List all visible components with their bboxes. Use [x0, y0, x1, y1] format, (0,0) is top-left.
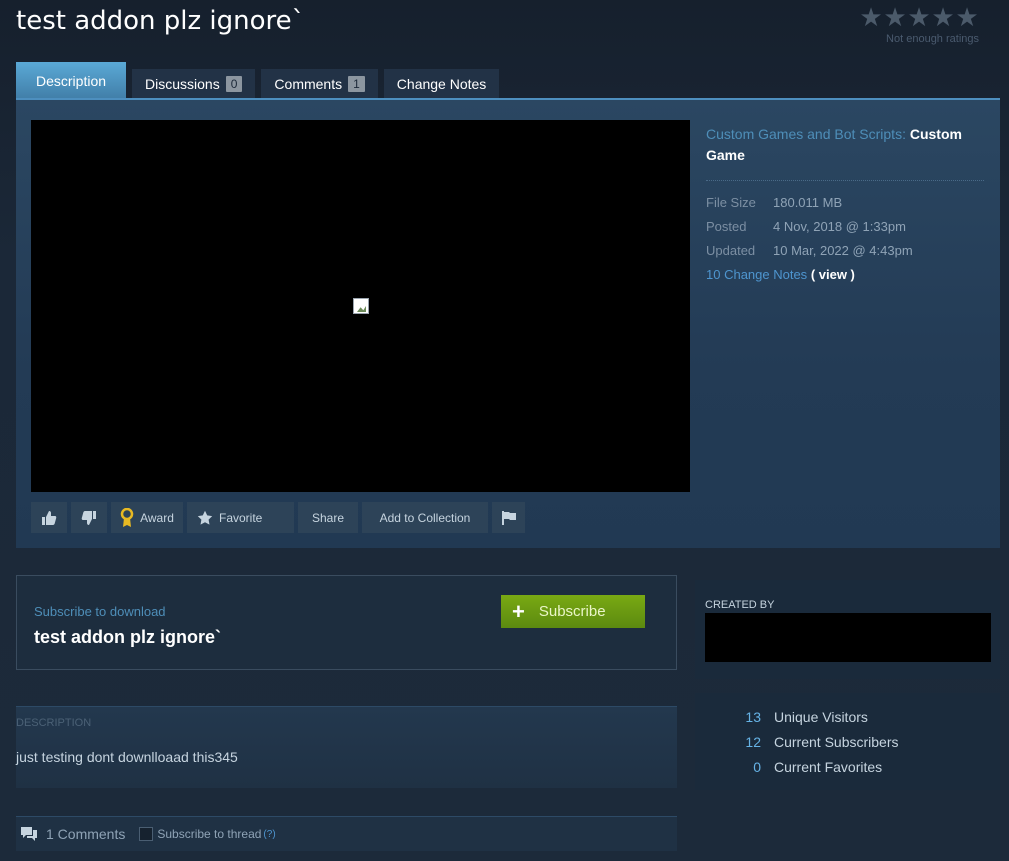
creator-area[interactable] — [705, 613, 991, 662]
star-icon: ★ — [883, 2, 907, 32]
award-icon — [120, 507, 134, 527]
updated-label: Updated — [706, 243, 756, 258]
change-notes-link[interactable]: 10 Change Notes — [706, 267, 807, 282]
description-label: DESCRIPTION — [16, 717, 92, 729]
item-details: Custom Games and Bot Scripts: Custom Gam… — [706, 124, 984, 287]
subscribe-button[interactable]: + Subscribe — [501, 595, 645, 628]
rating: ★★★★★ Not enough ratings — [859, 4, 979, 45]
star-icon: ★ — [907, 2, 931, 32]
rate-down-button[interactable] — [71, 502, 107, 533]
subscribe-item-title: test addon plz ignore` — [34, 627, 221, 647]
subscribe-thread-checkbox[interactable] — [139, 827, 154, 841]
posted-value: 4 Nov, 2018 @ 1:33pm — [773, 219, 906, 234]
posted-label: Posted — [706, 219, 747, 234]
comments-count[interactable]: 1 Comments — [46, 826, 125, 842]
created-by-panel: CREATED BY — [695, 580, 1000, 679]
broken-image-icon — [353, 298, 369, 314]
report-button[interactable] — [492, 502, 525, 533]
flag-icon — [501, 510, 516, 525]
subscribe-box: Subscribe to download test addon plz ign… — [16, 575, 677, 670]
media-preview[interactable] — [31, 120, 690, 492]
comments-bar: 1 Comments Subscribe to thread (?) — [16, 816, 677, 851]
subscribe-label: Subscribe to download — [34, 604, 166, 619]
change-notes-row: 10 Change Notes ( view ) — [706, 263, 984, 287]
share-button[interactable]: Share — [298, 502, 358, 533]
rating-stars: ★★★★★ — [859, 4, 979, 30]
plus-icon: + — [512, 598, 525, 624]
add-to-collection-label: Add to Collection — [379, 510, 471, 525]
star-icon — [197, 510, 213, 525]
category: Custom Games and Bot Scripts: Custom Gam… — [706, 124, 984, 166]
tab-comments[interactable]: Comments 1 — [261, 69, 378, 99]
file-size-label: File Size — [706, 195, 756, 210]
award-label: Award — [140, 510, 174, 525]
award-button[interactable]: Award — [111, 502, 183, 533]
tab-discussions[interactable]: Discussions 0 — [132, 69, 256, 99]
stat-value: 13 — [745, 709, 761, 725]
stat-value: 12 — [745, 734, 761, 750]
action-bar: Award Favorite Share Add to Collection — [31, 502, 525, 533]
discussions-count-badge: 0 — [225, 76, 243, 92]
favorite-button[interactable]: Favorite — [187, 502, 294, 533]
stat-current-favorites: 0 Current Favorites — [695, 759, 882, 775]
divider — [706, 180, 984, 181]
subscribe-thread-label[interactable]: Subscribe to thread — [157, 827, 261, 841]
add-to-collection-button[interactable]: Add to Collection — [362, 502, 488, 533]
stat-label: Unique Visitors — [774, 709, 868, 725]
description-panel: Award Favorite Share Add to Collection C… — [16, 98, 1000, 548]
tab-label: Comments — [274, 76, 343, 92]
page-title: test addon plz ignore` — [16, 6, 305, 36]
chat-icon — [21, 827, 37, 841]
thumbs-down-icon — [81, 510, 96, 525]
tab-label: Description — [36, 72, 107, 89]
star-icon: ★ — [931, 2, 955, 32]
tab-description[interactable]: Description — [16, 62, 127, 99]
favorite-label: Favorite — [219, 510, 263, 525]
rate-up-button[interactable] — [31, 502, 67, 533]
rating-label: Not enough ratings — [886, 33, 979, 45]
category-prefix: Custom Games and Bot Scripts: — [706, 126, 906, 142]
updated-row: Updated 10 Mar, 2022 @ 4:43pm — [706, 239, 984, 263]
tab-bar: Description Discussions 0 Comments 1 Cha… — [16, 62, 505, 99]
tab-label: Change Notes — [396, 76, 487, 92]
created-by-label: CREATED BY — [705, 599, 775, 611]
updated-value: 10 Mar, 2022 @ 4:43pm — [773, 243, 913, 258]
subscribe-button-label: Subscribe — [538, 603, 606, 620]
description-text: just testing dont downlloaad this345 — [16, 749, 238, 765]
share-label: Share — [311, 510, 345, 525]
file-size-row: File Size 180.011 MB — [706, 191, 984, 215]
stat-unique-visitors: 13 Unique Visitors — [695, 709, 868, 725]
tab-change-notes[interactable]: Change Notes — [383, 69, 500, 99]
star-icon: ★ — [955, 2, 979, 32]
thumbs-up-icon — [42, 510, 57, 525]
view-change-notes-link[interactable]: ( view ) — [811, 267, 855, 282]
tab-label: Discussions — [145, 76, 220, 92]
stat-label: Current Subscribers — [774, 734, 899, 750]
stats-panel: 13 Unique Visitors 12 Current Subscriber… — [695, 693, 1000, 790]
stat-current-subscribers: 12 Current Subscribers — [695, 734, 899, 750]
stat-label: Current Favorites — [774, 759, 883, 775]
description-section: DESCRIPTION just testing dont downlloaad… — [16, 706, 677, 788]
posted-row: Posted 4 Nov, 2018 @ 1:33pm — [706, 215, 984, 239]
comments-count-badge: 1 — [348, 76, 365, 92]
star-icon: ★ — [859, 2, 883, 32]
help-link[interactable]: (?) — [263, 829, 275, 840]
file-size-value: 180.011 MB — [773, 195, 843, 210]
stat-value: 0 — [753, 759, 761, 775]
